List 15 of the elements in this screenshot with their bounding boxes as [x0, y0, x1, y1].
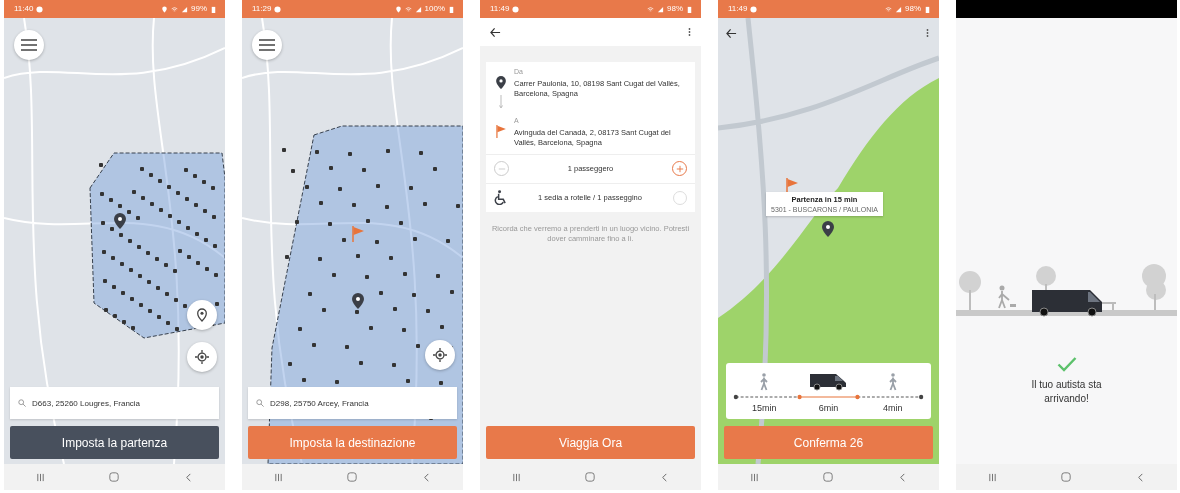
status-time: 11:49	[490, 5, 510, 13]
duration-label: 4min	[882, 403, 904, 413]
battery-level: 98%	[667, 5, 683, 13]
status-time: 11:40	[14, 5, 34, 13]
status-message: Il tuo autista sta arrivando!	[1030, 378, 1103, 405]
battery-level: 99%	[191, 5, 207, 13]
primary-button[interactable]: Imposta la partenza	[10, 426, 219, 459]
duration-label: 6min	[817, 403, 840, 413]
battery-level: 98%	[905, 5, 921, 13]
battery-level: 100%	[424, 5, 445, 13]
duration-label: 15min	[750, 403, 778, 413]
status-time: 11:29	[252, 5, 272, 13]
status-time: 11:49	[728, 5, 748, 13]
search-field[interactable]: D663, 25260 Lougres, Francia	[10, 387, 219, 419]
search-field[interactable]: D298, 25750 Arcey, Francia	[248, 387, 457, 419]
